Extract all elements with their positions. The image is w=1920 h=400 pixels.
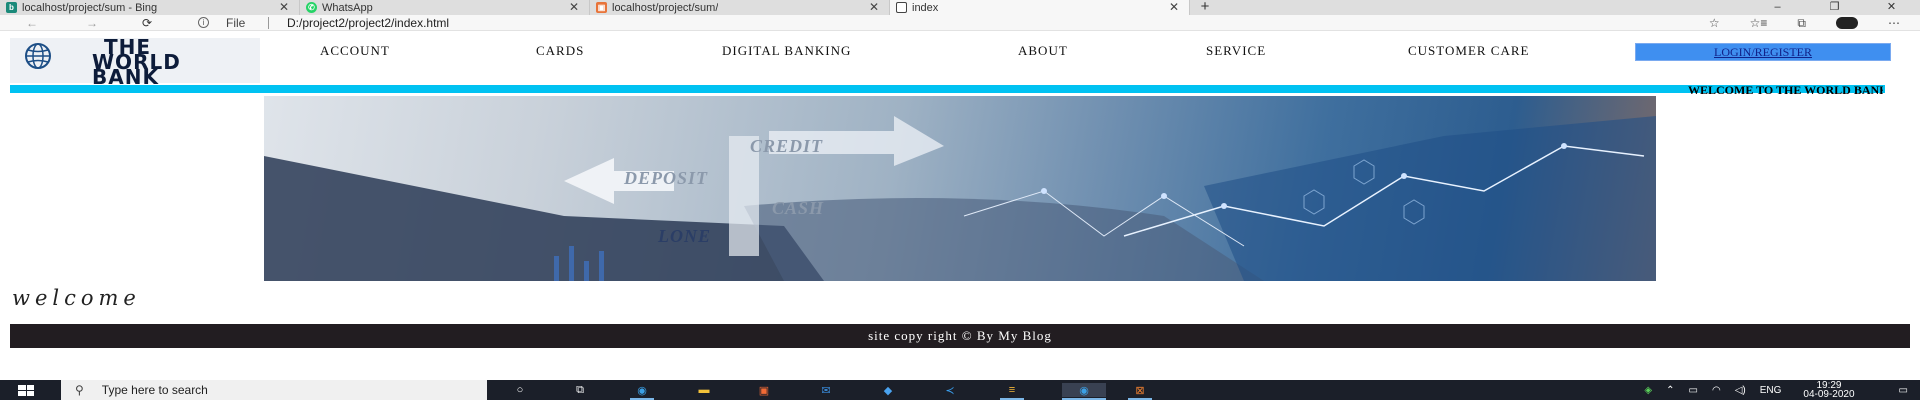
main-nav: ACCOUNT CARDS DIGITAL BANKING ABOUT SERV… (0, 43, 1920, 61)
maximize-button[interactable]: ❐ (1806, 0, 1863, 15)
battery-icon[interactable]: ▭ (1689, 385, 1698, 396)
tab-label: WhatsApp (322, 1, 373, 14)
vscode-icon[interactable]: ≺ (938, 383, 962, 397)
tab-label: index (912, 1, 939, 14)
banner-word-lone: LONE (658, 226, 711, 246)
page-icon (896, 2, 907, 13)
url-field[interactable]: D:/project2/project2/index.html (287, 15, 449, 31)
back-button[interactable]: ← (26, 15, 38, 31)
sublime-icon[interactable]: ≡ (1000, 383, 1024, 400)
search-placeholder: Type here to search (101, 383, 208, 397)
nav-about[interactable]: ABOUT (1018, 43, 1068, 59)
window-controls: – ❐ ✕ (1749, 0, 1920, 15)
whatsapp-icon: ✆ (306, 2, 317, 13)
tab-localhost[interactable]: ▣ localhost/project/sum/ ✕ (590, 0, 890, 15)
new-tab-button[interactable]: + (1190, 0, 1220, 15)
mail-icon[interactable]: ✉ (814, 383, 838, 397)
info-icon[interactable]: i (198, 17, 209, 28)
dropbox-icon[interactable]: ◆ (876, 383, 900, 397)
banner-word-deposit: DEPOSIT (624, 168, 709, 188)
refresh-button[interactable]: ⟳ (142, 15, 152, 31)
welcome-heading: welcome (12, 286, 141, 310)
close-icon[interactable]: ✕ (869, 0, 879, 15)
search-icon: ⚲ (75, 383, 84, 397)
address-bar-row: ← → ⟳ i File D:/project2/project2/index.… (0, 15, 1920, 31)
tab-whatsapp[interactable]: ✆ WhatsApp ✕ (300, 0, 590, 15)
site-footer: site copy right © By My Blog (10, 324, 1910, 348)
banner-graphic (264, 116, 1656, 281)
banner-word-cash: CASH (772, 198, 825, 218)
edge-icon[interactable]: ◉ (630, 383, 654, 400)
close-icon[interactable]: ✕ (1169, 0, 1179, 15)
close-icon[interactable]: ✕ (569, 0, 579, 15)
browser-tab-strip: b localhost/project/sum - Bing ✕ ✆ Whats… (0, 0, 1920, 15)
profile-avatar[interactable] (1836, 17, 1858, 29)
start-button[interactable] (0, 380, 52, 400)
taskbar-search[interactable]: ⚲ Type here to search (61, 380, 487, 400)
nav-customer-care[interactable]: CUSTOMER CARE (1408, 43, 1529, 59)
cortana-icon[interactable]: ○ (508, 383, 532, 397)
xampp-icon: ▣ (596, 2, 607, 13)
volume-icon[interactable]: ◁) (1735, 385, 1746, 396)
scheme-label: File (226, 16, 246, 30)
store-icon[interactable]: ▣ (752, 383, 776, 397)
language-indicator[interactable]: ENG (1760, 385, 1782, 396)
nav-cards[interactable]: CARDS (536, 43, 584, 59)
banner-word-credit: CREDIT (750, 136, 824, 156)
tab-label: localhost/project/sum/ (612, 1, 719, 14)
hero-banner: CREDIT DEPOSIT CASH LONE (264, 96, 1656, 281)
windows-taskbar: ⚲ Type here to search ○ ⧉ ◉ ▬ ▣ ✉ ◆ ≺ ≡ … (0, 380, 1920, 400)
nav-account[interactable]: ACCOUNT (320, 43, 390, 59)
tab-bing[interactable]: b localhost/project/sum - Bing ✕ (0, 0, 300, 15)
clock-date: 04-09-2020 (1803, 389, 1855, 400)
wifi-icon[interactable]: ◠ (1712, 385, 1721, 396)
favorite-star-icon[interactable]: ☆ (1709, 16, 1720, 30)
minimize-button[interactable]: – (1749, 0, 1806, 15)
toolbar-icons: ☆ ☆≡ ⧉ ⋯ (1709, 15, 1900, 31)
clock[interactable]: 19:29 04-09-2020 (1803, 381, 1855, 400)
web-page: THE WORLD BANK ACCOUNT CARDS DIGITAL BAN… (0, 31, 1920, 348)
more-menu-icon[interactable]: ⋯ (1888, 16, 1900, 30)
file-explorer-icon[interactable]: ▬ (692, 383, 716, 397)
nav-digital-banking[interactable]: DIGITAL BANKING (722, 43, 851, 59)
xampp-icon[interactable]: ⊠ (1128, 383, 1152, 400)
security-icon[interactable]: ◈ (1644, 385, 1652, 396)
welcome-marquee: WELCOME TO THE WORLD BANK (1688, 83, 1883, 97)
collections-icon[interactable]: ⧉ (1797, 16, 1806, 31)
system-tray: ◈ ⌃ ▭ ◠ ◁) ENG 19:29 04-09-2020 ▭ (1630, 380, 1920, 400)
tab-label: localhost/project/sum - Bing (22, 1, 158, 14)
notification-icon[interactable]: ▭ (1899, 385, 1908, 396)
tab-index[interactable]: index ✕ (890, 0, 1190, 15)
close-window-button[interactable]: ✕ (1863, 0, 1920, 15)
close-icon[interactable]: ✕ (279, 0, 289, 15)
windows-logo-icon (18, 384, 34, 396)
separator (268, 17, 269, 29)
nav-service[interactable]: SERVICE (1206, 43, 1266, 59)
bing-icon: b (6, 2, 17, 13)
chevron-up-icon[interactable]: ⌃ (1666, 385, 1674, 396)
forward-button[interactable]: → (86, 15, 98, 31)
favorites-list-icon[interactable]: ☆≡ (1750, 16, 1768, 30)
login-register-button[interactable]: LOGIN/REGISTER (1635, 43, 1891, 61)
accent-bar (10, 85, 1885, 93)
task-view-icon[interactable]: ⧉ (568, 383, 592, 397)
edge-active-icon[interactable]: ◉ (1062, 383, 1106, 400)
